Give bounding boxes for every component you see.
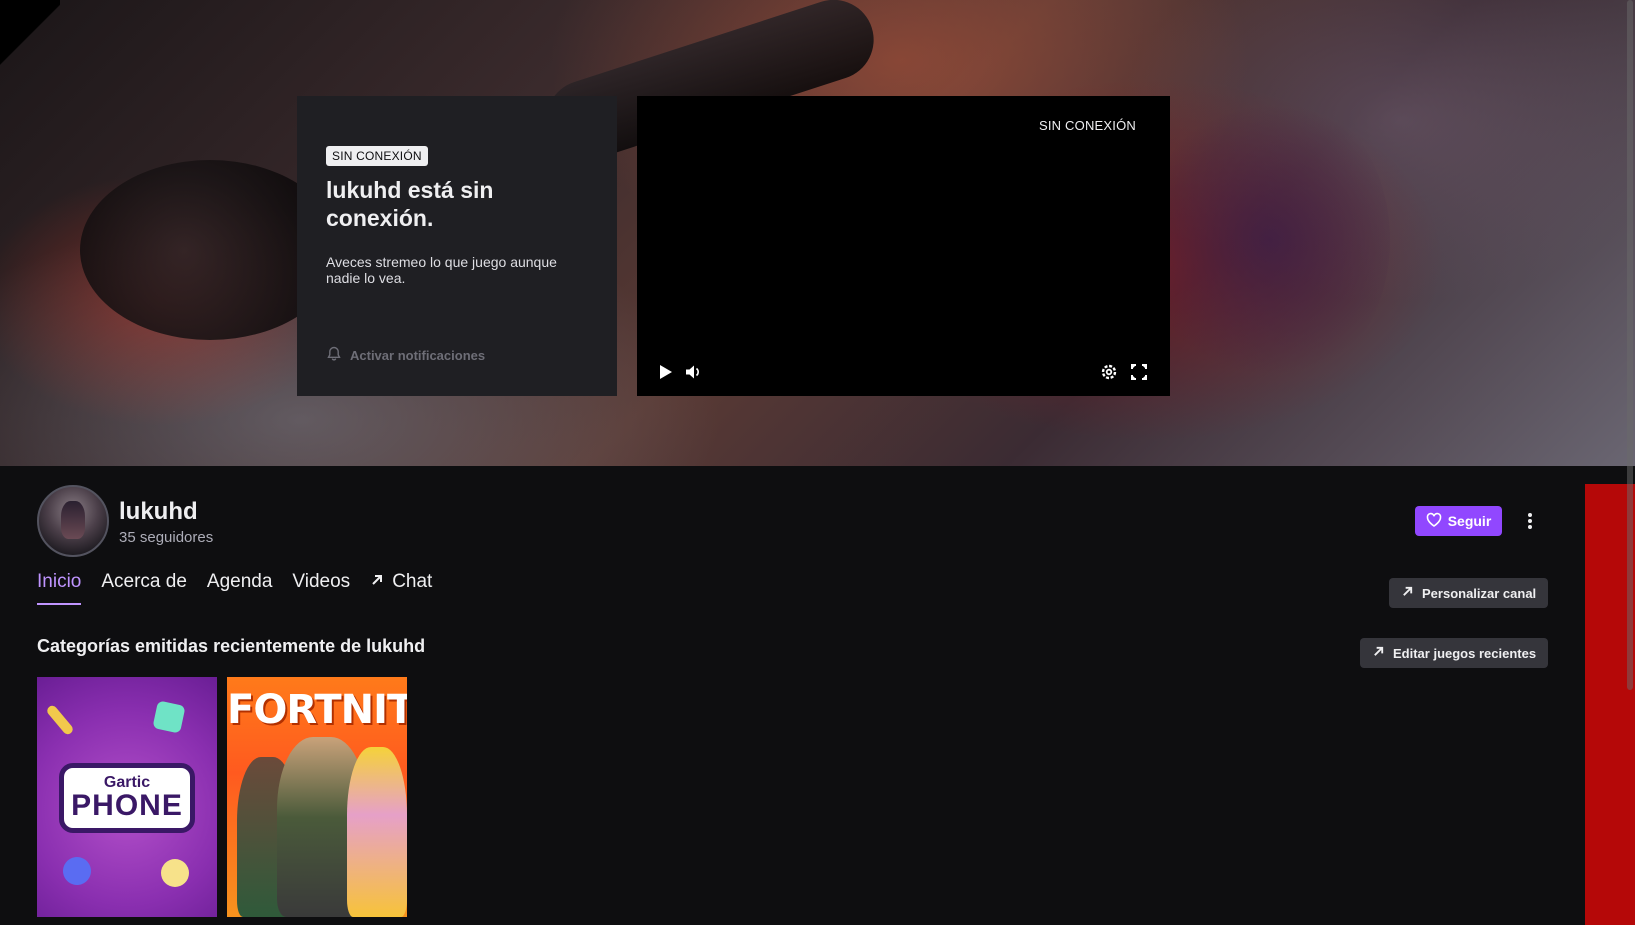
edit-recent-games-label: Editar juegos recientes [1393,645,1537,661]
offline-title: lukuhd está sin conexión. [326,177,494,231]
game-card-fortnite[interactable]: FORTNITE [227,677,407,917]
gartic-phone-logo: Gartic PHONE [59,763,195,833]
pencil-icon [45,703,75,737]
customize-channel-label: Personalizar canal [1422,585,1537,601]
tab-label: Inicio [37,571,82,592]
more-vertical-icon [1528,513,1532,529]
gartic-logo-bottom: PHONE [71,789,183,822]
tab-acerca-de[interactable]: Acerca de [101,566,187,598]
channel-page: SIN CONEXIÓN lukuhd está sin conexión. A… [0,0,1635,925]
game-card-gartic-phone[interactable]: Gartic PHONE [37,677,217,917]
banner-art-shape [1150,90,1390,390]
offline-badge: SIN CONEXIÓN [326,146,428,166]
channel-description: Aveces stremeo lo que juego aunque nadie… [326,254,557,286]
video-player[interactable]: SIN CONEXIÓN [637,96,1170,396]
tab-videos[interactable]: Videos [292,566,350,598]
phone-icon [57,851,97,891]
avatar-figure [61,501,85,539]
more-options-button[interactable] [1518,506,1542,536]
player-status-label: SIN CONEXIÓN [1038,118,1136,133]
follow-label: Seguir [1447,513,1492,529]
fortnite-logo: FORTNITE [227,687,407,733]
external-arrow-icon [1401,585,1414,601]
customize-channel-button[interactable]: Personalizar canal [1389,578,1549,608]
settings-icon[interactable] [1097,360,1121,384]
enable-notifications-button[interactable]: Activar notificaciones [326,346,485,365]
fullscreen-icon[interactable] [1127,360,1151,384]
bell-icon [326,346,342,365]
tab-chat[interactable]: Chat [370,566,432,598]
channel-name[interactable]: lukuhd [119,498,198,526]
play-icon[interactable] [653,360,677,384]
channel-info-section: lukuhd 35 seguidores Seguir Inicio Acerc… [0,466,1585,925]
heart-icon [1426,512,1442,531]
tab-label: Agenda [206,571,273,592]
character-figure [347,747,407,917]
follower-count: 35 seguidores [119,529,214,546]
tab-label: Videos [292,571,351,592]
recent-categories-title: Categorías emitidas recientemente de luk… [37,636,426,656]
scrollbar[interactable] [1627,0,1633,690]
edit-recent-games-button[interactable]: Editar juegos recientes [1360,638,1549,668]
tab-agenda[interactable]: Agenda [207,566,273,598]
enable-notifications-label: Activar notificaciones [350,348,486,363]
follow-button[interactable]: Seguir [1415,506,1502,536]
notepad-icon [152,700,186,734]
tab-inicio[interactable]: Inicio [37,566,82,605]
external-arrow-icon [370,571,384,593]
avatar[interactable] [37,485,109,557]
volume-icon[interactable] [681,360,705,384]
tab-label: Acerca de [101,571,187,592]
external-arrow-icon [1372,645,1385,661]
channel-tabs: Inicio Acerca de Agenda Videos Chat [37,566,432,605]
speech-bubble-icon [161,859,189,887]
channel-banner: SIN CONEXIÓN lukuhd está sin conexión. A… [0,0,1635,466]
banner-corner [0,0,60,100]
offline-info-card: SIN CONEXIÓN lukuhd está sin conexión. A… [297,96,617,396]
tab-label: Chat [392,571,433,592]
